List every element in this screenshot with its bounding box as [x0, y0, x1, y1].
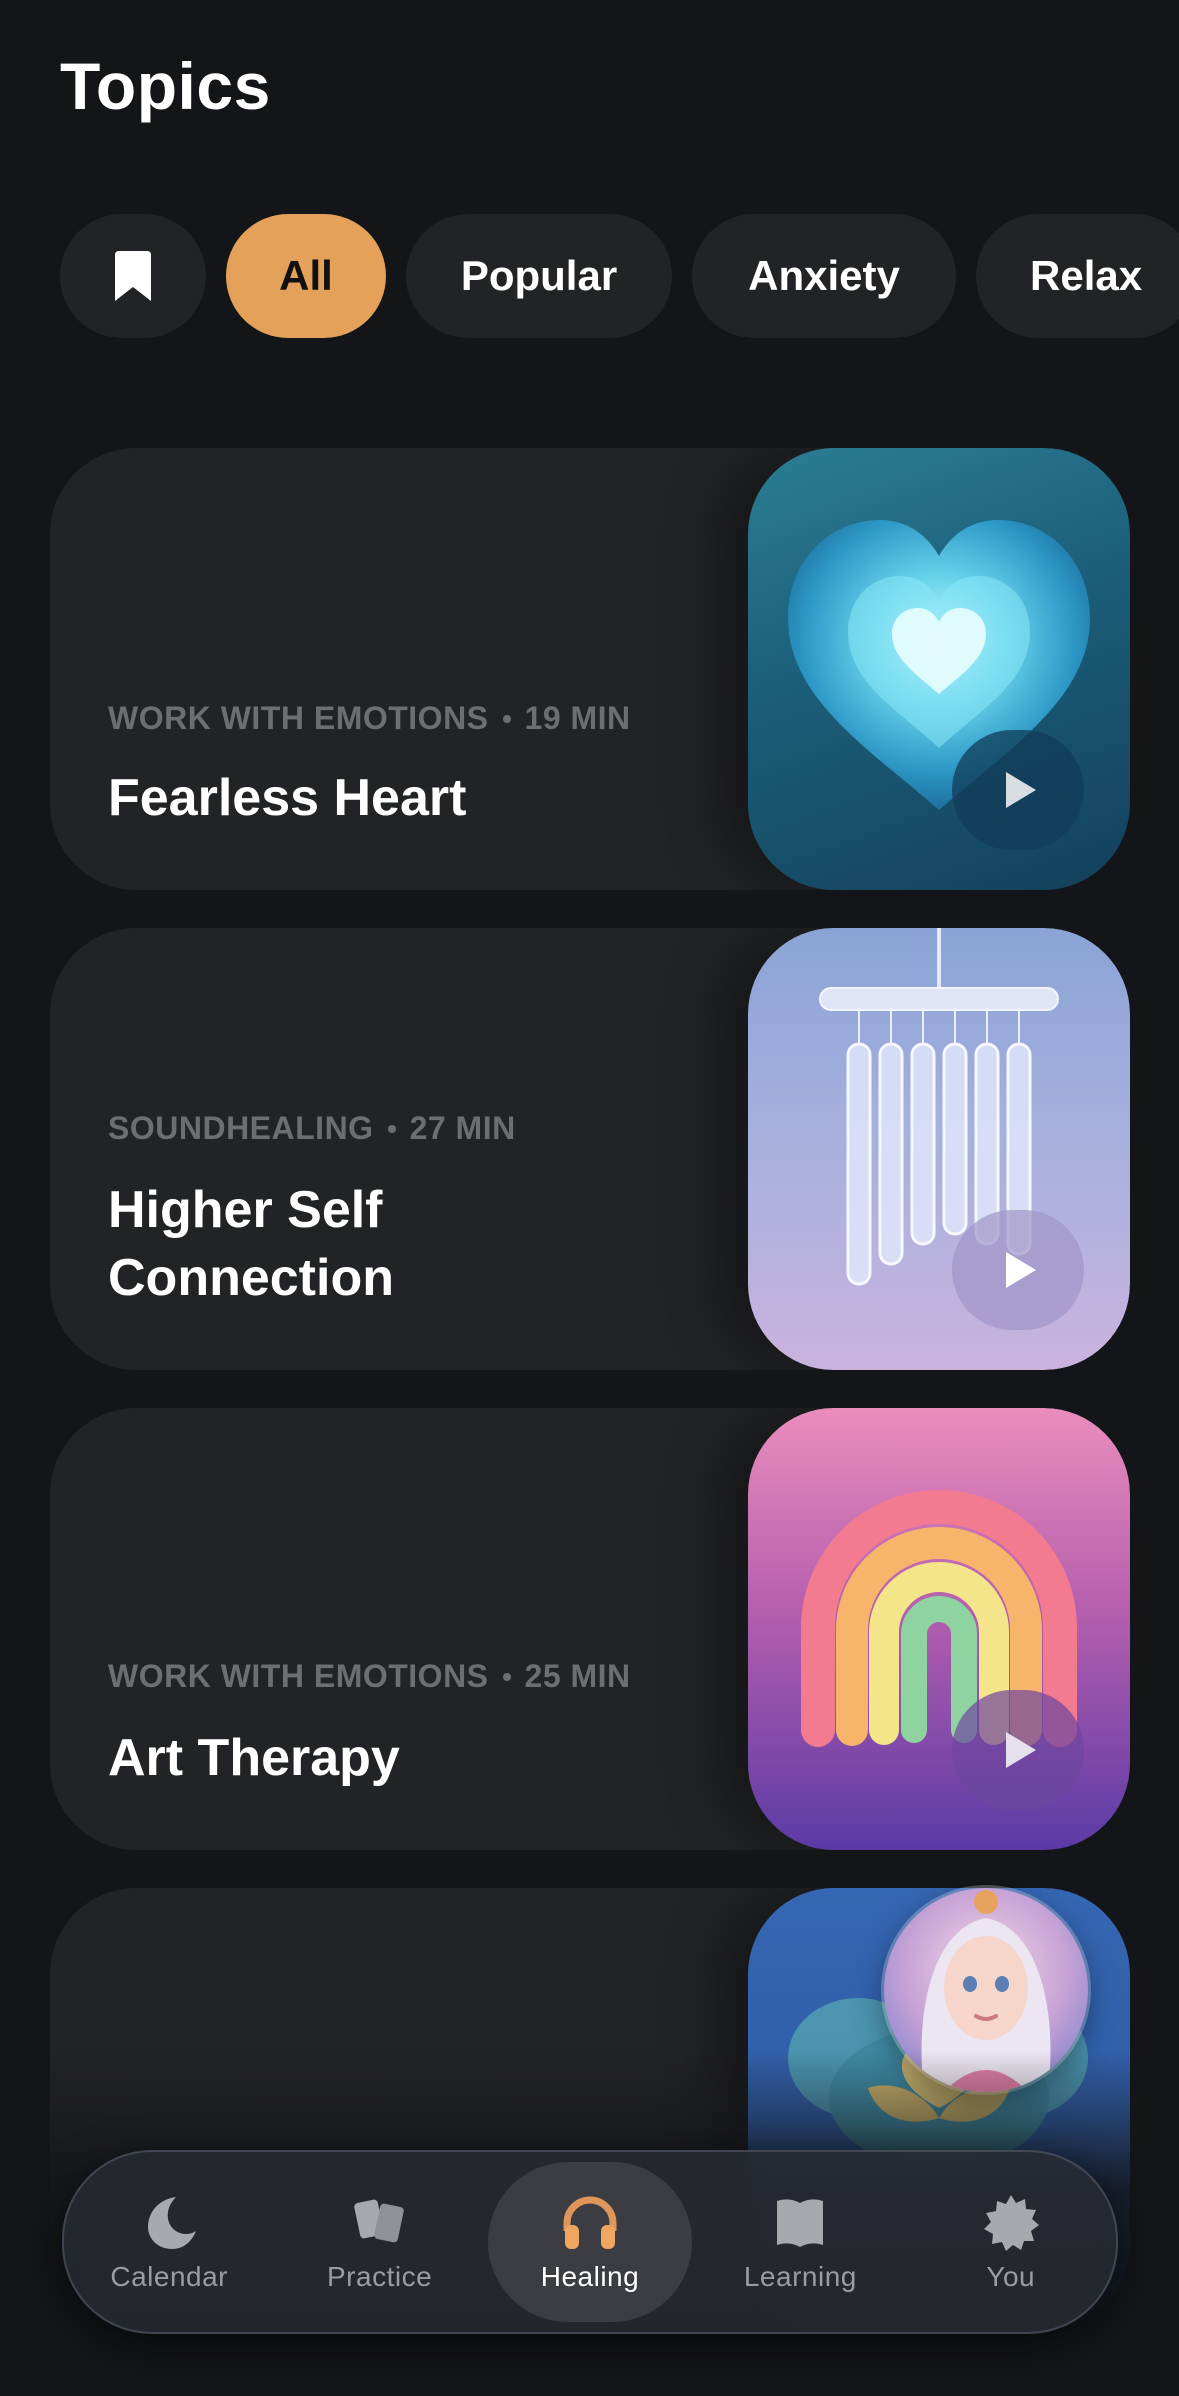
session-duration: 27 MIN — [409, 1110, 516, 1146]
play-button[interactable] — [952, 1690, 1084, 1810]
play-icon — [1006, 1252, 1036, 1288]
session-category: WORK WITH EMOTIONS — [108, 700, 489, 736]
session-category: WORK WITH EMOTIONS — [108, 1658, 489, 1694]
nav-label: Learning — [743, 2261, 857, 2292]
session-title: Fearless Heart — [108, 769, 467, 827]
nav-item-learning[interactable]: Learning — [698, 2162, 902, 2322]
session-thumbnail — [748, 928, 1130, 1370]
session-thumbnail — [748, 1408, 1130, 1850]
session-title: Higher Self Connection — [108, 1181, 394, 1307]
separator-dot — [502, 714, 511, 723]
headphones-icon — [563, 2196, 617, 2249]
nav-item-you[interactable]: You — [909, 2162, 1113, 2322]
session-meta: WORK WITH EMOTIONS 25 MIN — [108, 1658, 631, 1695]
nav-label: Practice — [327, 2261, 433, 2292]
nav-item-practice[interactable]: Practice — [278, 2162, 482, 2322]
nav-item-calendar[interactable]: Calendar — [67, 2162, 271, 2322]
play-icon — [1006, 1732, 1036, 1768]
session-duration: 25 MIN — [524, 1658, 631, 1694]
bookmark-filter-chip[interactable] — [60, 214, 206, 338]
play-button[interactable] — [952, 730, 1084, 850]
bookmark-icon — [115, 251, 151, 301]
cards-icon — [353, 2199, 404, 2243]
separator-dot — [502, 1672, 511, 1681]
session-meta: WORK WITH EMOTIONS 19 MIN — [108, 700, 631, 737]
filter-chips: All Popular Anxiety Relax — [60, 214, 1179, 338]
session-card[interactable]: SOUNDHEALING 27 MIN Higher Self Connecti… — [50, 928, 1130, 1370]
play-button[interactable] — [952, 1210, 1084, 1330]
nav-label: You — [986, 2261, 1036, 2292]
session-card[interactable]: WORK WITH EMOTIONS 19 MIN Fearless Heart — [50, 448, 1130, 890]
filter-chip-relax[interactable]: Relax — [976, 214, 1179, 338]
moon-icon — [148, 2197, 197, 2249]
book-icon — [777, 2199, 824, 2247]
session-category: SOUNDHEALING — [108, 1110, 374, 1146]
session-meta: SOUNDHEALING 27 MIN — [108, 1110, 516, 1147]
session-card[interactable]: WORK WITH EMOTIONS 25 MIN Art Therapy — [50, 1408, 1130, 1850]
session-title: Art Therapy — [108, 1729, 400, 1787]
nav-label: Calendar — [110, 2261, 228, 2292]
bottom-nav: Calendar Practice Healing Learning You — [62, 2150, 1118, 2334]
page-title: Topics — [60, 49, 271, 123]
gear-icon — [983, 2195, 1039, 2251]
filter-chip-anxiety[interactable]: Anxiety — [692, 214, 956, 338]
nav-item-healing[interactable]: Healing — [487, 2162, 692, 2322]
separator-dot — [387, 1124, 396, 1133]
filter-chip-all[interactable]: All — [226, 214, 386, 338]
filter-chip-popular[interactable]: Popular — [406, 214, 672, 338]
session-thumbnail — [748, 448, 1130, 890]
session-duration: 19 MIN — [524, 700, 631, 736]
nav-label: Healing — [540, 2261, 640, 2292]
play-icon — [1006, 772, 1036, 808]
